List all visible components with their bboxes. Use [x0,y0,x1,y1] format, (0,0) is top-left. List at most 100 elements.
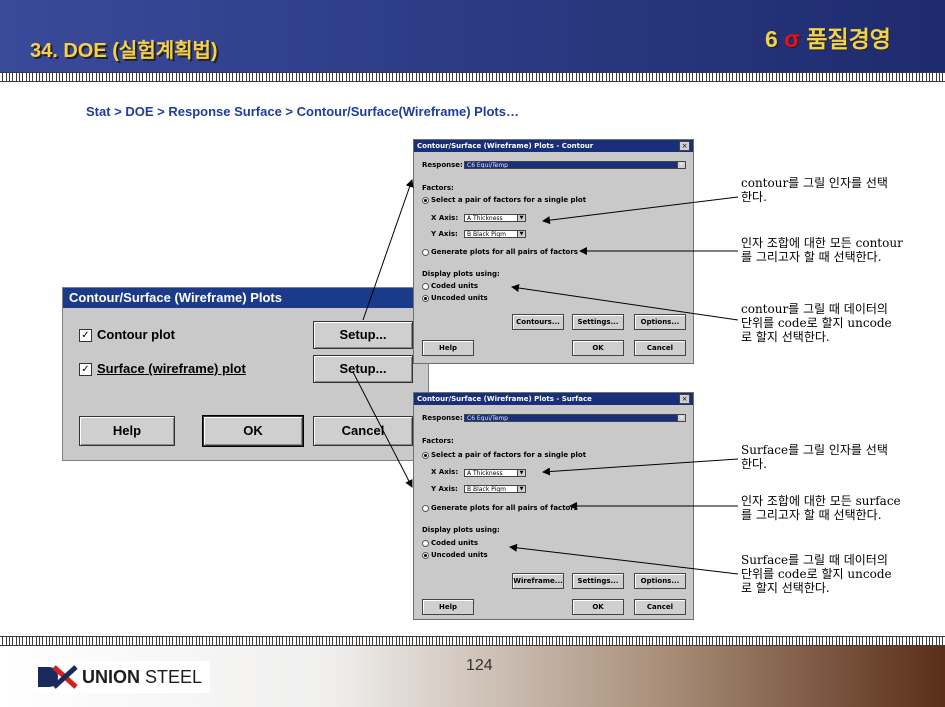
cancel-button[interactable]: Cancel [313,416,413,446]
note-line: 로 할지 선택한다. [741,581,830,595]
page-number: 124 [466,657,493,674]
single-pair-radio[interactable] [422,452,429,459]
contours-button[interactable]: Contours... [512,314,564,330]
note-line: Surface를 그릴 인자를 선택 [741,443,888,457]
contour-dialog: Contour/Surface (Wireframe) Plots - Cont… [413,139,694,364]
factors-label: Factors: [422,437,454,445]
xaxis-label: X Axis: [431,214,459,222]
yaxis-dropdown[interactable]: B Black Pigm ▼ [464,230,526,238]
yaxis-dropdown[interactable]: B Black Pigm ▼ [464,485,526,493]
settings-button[interactable]: Settings... [572,573,624,589]
yaxis-value: B Black Pigm [467,231,506,238]
uncoded-units-label: Uncoded units [431,551,488,559]
coded-units-label: Coded units [431,282,479,290]
options-button[interactable]: Options... [634,314,686,330]
note-line: 인자 조합에 대한 모든 surface [741,494,901,508]
all-pairs-label: Generate plots for all pairs of factors [431,504,578,512]
surface-plot-checkbox[interactable]: ✓ [79,363,92,376]
note-line: 한다. [741,457,767,471]
top-greek-border [0,72,945,82]
xaxis-dropdown[interactable]: A Thickness ▼ [464,469,526,477]
chevron-down-icon: ▼ [517,486,525,492]
sigma-symbol: σ [784,26,800,52]
cancel-button[interactable]: Cancel [634,599,686,615]
single-pair-radio[interactable] [422,197,429,204]
all-pairs-radio[interactable] [422,505,429,512]
help-button[interactable]: Help [422,599,474,615]
single-pair-label: Select a pair of factors for a single pl… [431,451,587,459]
slide-header: 34. DOE (실험계획법) 6 σ 품질경영 [0,0,945,72]
wireframe-button[interactable]: Wireframe... [512,573,564,589]
xaxis-label: X Axis: [431,468,459,476]
close-icon[interactable]: × [679,394,690,404]
logo-text-union: UNION [82,667,140,687]
help-button[interactable]: Help [79,416,175,446]
note-line: 단위를 code로 할지 uncode [741,567,892,581]
main-dialog-titlebar: Contour/Surface (Wireframe) Plots [63,288,428,308]
menu-path: Stat > DOE > Response Surface > Contour/… [86,104,519,119]
note-line: contour를 그릴 인자를 선택 [741,176,888,190]
note-line: 를 그리고자 할 때 선택한다. [741,250,882,264]
logo-text-steel: STEEL [140,667,203,687]
surface-dialog-titlebar: Contour/Surface (Wireframe) Plots - Surf… [414,393,693,405]
coded-units-label: Coded units [431,539,479,547]
contour-setup-button[interactable]: Setup... [313,321,413,349]
ok-button[interactable]: OK [572,599,624,615]
display-label: Display plots using: [422,270,500,278]
all-pairs-radio[interactable] [422,249,429,256]
help-button[interactable]: Help [422,340,474,356]
surface-plot-label: Surface (wireframe) plot [97,361,246,376]
ok-button[interactable]: OK [572,340,624,356]
xaxis-value: A Thickness [467,470,503,477]
options-button[interactable]: Options... [634,573,686,589]
uncoded-units-radio[interactable] [422,552,429,559]
ok-button[interactable]: OK [202,415,304,447]
xaxis-value: A Thickness [467,215,503,222]
contour-plot-checkbox[interactable]: ✓ [79,329,92,342]
uncoded-units-radio[interactable] [422,295,429,302]
note-line: 인자 조합에 대한 모든 contour [741,236,903,250]
response-value: C6 Equi/Temp [467,415,508,422]
chevron-down-icon: ▼ [517,470,525,476]
note-line: 한다. [741,190,767,204]
display-label: Display plots using: [422,526,500,534]
brand-label: 6 σ 품질경영 [765,20,891,54]
cancel-button[interactable]: Cancel [634,340,686,356]
response-dropdown[interactable]: C6 Equi/Temp ▼ [464,414,686,422]
brand-number: 6 [765,26,778,52]
all-pairs-label: Generate plots for all pairs of factors [431,248,578,256]
yaxis-label: Y Axis: [431,485,458,493]
logo-text: UNION STEEL [82,667,202,688]
xaxis-dropdown[interactable]: A Thickness ▼ [464,214,526,222]
uncoded-units-label: Uncoded units [431,294,488,302]
brand-text: 품질경영 [806,26,891,52]
chevron-down-icon: ▼ [517,215,525,221]
chevron-down-icon: ▼ [517,231,525,237]
note-line: 를 그리고자 할 때 선택한다. [741,508,882,522]
settings-button[interactable]: Settings... [572,314,624,330]
note-surface-units: Surface를 그릴 때 데이터의 단위를 code로 할지 uncode 로… [741,553,892,595]
chevron-down-icon: ▼ [677,415,685,421]
bottom-greek-border [0,636,945,646]
note-line: 단위를 code로 할지 uncode [741,316,892,330]
contour-dialog-titlebar: Contour/Surface (Wireframe) Plots - Cont… [414,140,693,152]
response-label: Response: [422,161,463,169]
coded-units-radio[interactable] [422,283,429,290]
response-dropdown[interactable]: C6 Equi/Temp ▼ [464,161,686,169]
yaxis-label: Y Axis: [431,230,458,238]
chevron-down-icon: ▼ [677,162,685,168]
note-surface-allpairs: 인자 조합에 대한 모든 surface 를 그리고자 할 때 선택한다. [741,494,901,522]
surface-dialog: Contour/Surface (Wireframe) Plots - Surf… [413,392,694,620]
close-icon[interactable]: × [679,141,690,151]
response-value: C6 Equi/Temp [467,162,508,169]
coded-units-radio[interactable] [422,540,429,547]
main-dialog: Contour/Surface (Wireframe) Plots ✓ Cont… [62,287,429,461]
note-line: 로 할지 선택한다. [741,330,830,344]
dk-logo-icon [38,665,78,689]
note-contour-allpairs: 인자 조합에 대한 모든 contour 를 그리고자 할 때 선택한다. [741,236,903,264]
surface-setup-button[interactable]: Setup... [313,355,413,383]
yaxis-value: B Black Pigm [467,486,506,493]
factors-label: Factors: [422,184,454,192]
single-pair-label: Select a pair of factors for a single pl… [431,196,587,204]
slide-title: 34. DOE (실험계획법) [30,40,218,62]
